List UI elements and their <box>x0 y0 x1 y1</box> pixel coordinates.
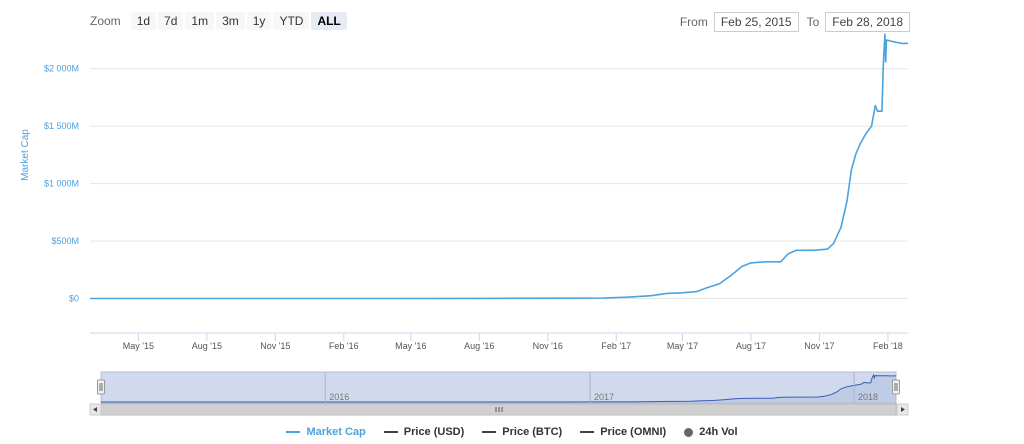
legend-line-icon <box>383 431 398 433</box>
market-cap-chart: $0$500M$1 000M$1 500M$2 000M Market Cap … <box>20 33 909 416</box>
legend-item-24h-vol[interactable]: 24h Vol <box>684 426 738 438</box>
y-tick-label: $2 000M <box>44 64 79 74</box>
x-tick-label: Nov '15 <box>260 341 290 351</box>
legend-line-icon <box>580 431 595 433</box>
series-market-cap[interactable] <box>90 33 908 300</box>
x-tick-label: Nov '16 <box>533 341 563 351</box>
zoom-label: Zoom <box>90 14 121 28</box>
x-tick-label: Feb '17 <box>601 341 631 351</box>
zoom-controls: Zoom 1d 7d 1m 3m 1y YTD ALL <box>90 12 347 30</box>
y-tick-label: $1 500M <box>44 121 79 131</box>
zoom-ytd-button[interactable]: YTD <box>273 12 310 30</box>
legend-label: Price (OMNI) <box>600 426 667 438</box>
y-tick-label: $1 000M <box>44 179 79 189</box>
navigator[interactable]: 2016 2017 2018 <box>97 371 900 404</box>
zoom-all-button[interactable]: ALL <box>311 12 347 30</box>
legend-line-icon <box>482 431 497 433</box>
market-cap-line[interactable] <box>90 33 908 300</box>
navigator-right-handle[interactable] <box>892 379 900 395</box>
x-tick-label: Feb '16 <box>329 341 359 351</box>
x-tick-label: Aug '17 <box>736 341 766 351</box>
zoom-1y-button[interactable]: 1y <box>246 12 272 30</box>
legend-label: Price (USD) <box>403 426 465 438</box>
legend-label: Price (BTC) <box>502 426 563 438</box>
zoom-7d-button[interactable]: 7d <box>158 12 184 30</box>
y-axis: $0 $500M $1 000M $1 500M $2 000M <box>44 64 79 304</box>
x-tick-label: May '16 <box>395 341 426 351</box>
legend-label: 24h Vol <box>699 426 738 438</box>
y-tick-label: $0 <box>69 294 79 304</box>
navigator-left-handle[interactable] <box>97 379 105 395</box>
legend-item-market-cap[interactable]: Market Cap <box>286 426 366 438</box>
legend-item-price-omni[interactable]: Price (OMNI) <box>580 426 666 438</box>
legend-label: Market Cap <box>306 426 366 438</box>
x-tick-label: May '17 <box>667 341 698 351</box>
zoom-1d-button[interactable]: 1d <box>130 12 157 30</box>
x-tick-label: Aug '16 <box>464 341 494 351</box>
navigator-year-label: 2017 <box>594 392 614 402</box>
x-tick-label: Nov '17 <box>804 341 834 351</box>
x-tick-label: May '15 <box>123 341 154 351</box>
x-tick-label: Feb '18 <box>873 341 903 351</box>
y-axis-title: Market Cap <box>20 129 31 181</box>
grid-lines <box>90 68 908 300</box>
to-label: To <box>806 15 820 29</box>
x-tick-label: Aug '15 <box>192 341 222 351</box>
from-date-input[interactable]: Feb 25, 2015 <box>713 12 799 32</box>
navigator-year-label: 2018 <box>858 392 878 402</box>
legend-item-price-usd[interactable]: Price (USD) <box>383 426 465 438</box>
date-range: From Feb 25, 2015 To Feb 28, 2018 <box>680 12 910 32</box>
to-date-input[interactable]: Feb 28, 2018 <box>825 12 910 32</box>
legend-dot-icon <box>684 427 694 437</box>
y-tick-label: $500M <box>51 236 79 246</box>
navigator-year-label: 2016 <box>329 392 349 402</box>
scrollbar[interactable] <box>89 403 909 416</box>
legend: Market Cap Price (USD) Price (BTC) Price… <box>0 426 1024 438</box>
zoom-1m-button[interactable]: 1m <box>185 12 215 30</box>
legend-line-icon <box>286 431 301 433</box>
zoom-3m-button[interactable]: 3m <box>216 12 245 30</box>
from-label: From <box>679 15 708 29</box>
legend-item-price-btc[interactable]: Price (BTC) <box>482 426 562 438</box>
x-axis: May '15 Aug '15 Nov '15 Feb '16 May '16 Aug '… <box>90 332 908 351</box>
